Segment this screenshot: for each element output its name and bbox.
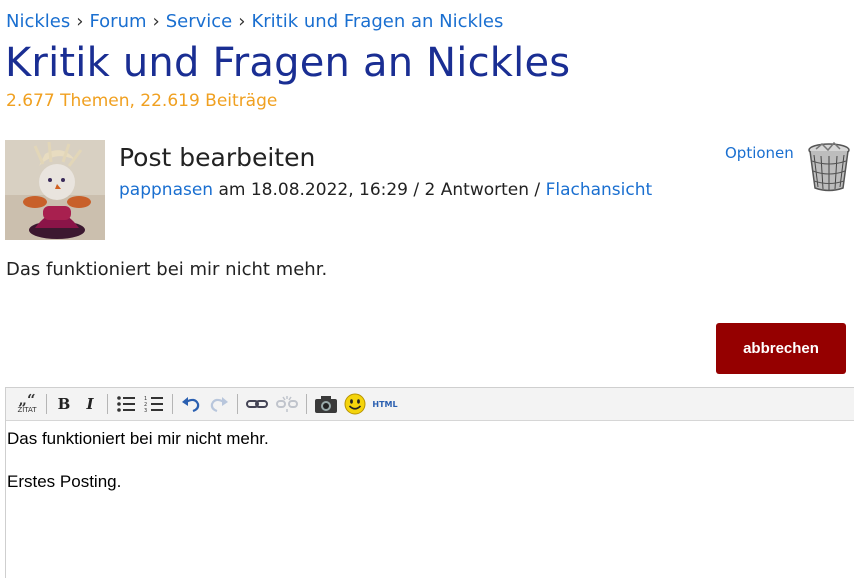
breadcrumb-nickles[interactable]: Nickles [6, 11, 70, 32]
link-icon[interactable] [244, 391, 270, 417]
html-icon[interactable]: HTML [371, 391, 399, 417]
bold-label: B [57, 395, 71, 413]
post-body: Das funktioniert bei mir nicht mehr. [6, 259, 328, 280]
trash-icon[interactable] [806, 141, 852, 193]
editor-toolbar: „“ ZITAT B I 1 2 3 HTML [6, 388, 854, 421]
toolbar-divider [46, 394, 47, 414]
toolbar-divider [107, 394, 108, 414]
breadcrumb-separator: › [238, 11, 246, 32]
italic-label: I [86, 395, 94, 413]
breadcrumb-forum[interactable]: Forum [89, 11, 146, 32]
avatar[interactable] [5, 140, 105, 240]
italic-icon[interactable]: I [79, 391, 101, 417]
breadcrumb-separator: › [76, 11, 84, 32]
post-date-answers: am 18.08.2022, 16:29 / 2 Antworten / [218, 180, 541, 200]
breadcrumb-service[interactable]: Service [166, 11, 233, 32]
redo-icon[interactable] [207, 391, 231, 417]
forum-stats: 2.677 Themen, 22.619 Beiträge [6, 91, 278, 111]
flat-view-link[interactable]: Flachansicht [546, 180, 653, 200]
smiley-icon[interactable] [343, 391, 367, 417]
quote-icon[interactable]: „“ ZITAT [14, 391, 40, 417]
bullet-list-icon[interactable] [114, 391, 138, 417]
bold-icon[interactable]: B [53, 391, 75, 417]
toolbar-divider [172, 394, 173, 414]
author-link[interactable]: pappnasen [119, 180, 213, 200]
breadcrumb-kritik[interactable]: Kritik und Fragen an Nickles [251, 11, 503, 32]
toolbar-divider [237, 394, 238, 414]
options-link[interactable]: Optionen [725, 144, 794, 162]
breadcrumb: Nickles › Forum › Service › Kritik und Fragen … [6, 11, 503, 32]
breadcrumb-separator: › [152, 11, 160, 32]
quote-label: ZITAT [17, 406, 37, 414]
numbered-list-icon[interactable]: 1 2 3 [142, 391, 166, 417]
post-meta: pappnasen am 18.08.2022, 16:29 / 2 Antwo… [119, 180, 652, 200]
camera-icon[interactable] [313, 391, 339, 417]
editor-content[interactable]: Das funktioniert bei mir nicht mehr. Ers… [6, 421, 854, 523]
undo-icon[interactable] [179, 391, 203, 417]
rich-text-editor: „“ ZITAT B I 1 2 3 HTML Das funktioniert… [5, 387, 854, 578]
post-title: Post bearbeiten [119, 143, 316, 172]
editor-paragraph: Erstes Posting. [7, 472, 122, 491]
unlink-icon[interactable] [274, 391, 300, 417]
toolbar-divider [306, 394, 307, 414]
page-title: Kritik und Fragen an Nickles [5, 40, 571, 86]
editor-paragraph: Das funktioniert bei mir nicht mehr. [7, 429, 269, 448]
svg-text:3: 3 [144, 408, 147, 413]
html-label: HTML [372, 399, 398, 409]
cancel-button[interactable]: abbrechen [716, 323, 846, 374]
